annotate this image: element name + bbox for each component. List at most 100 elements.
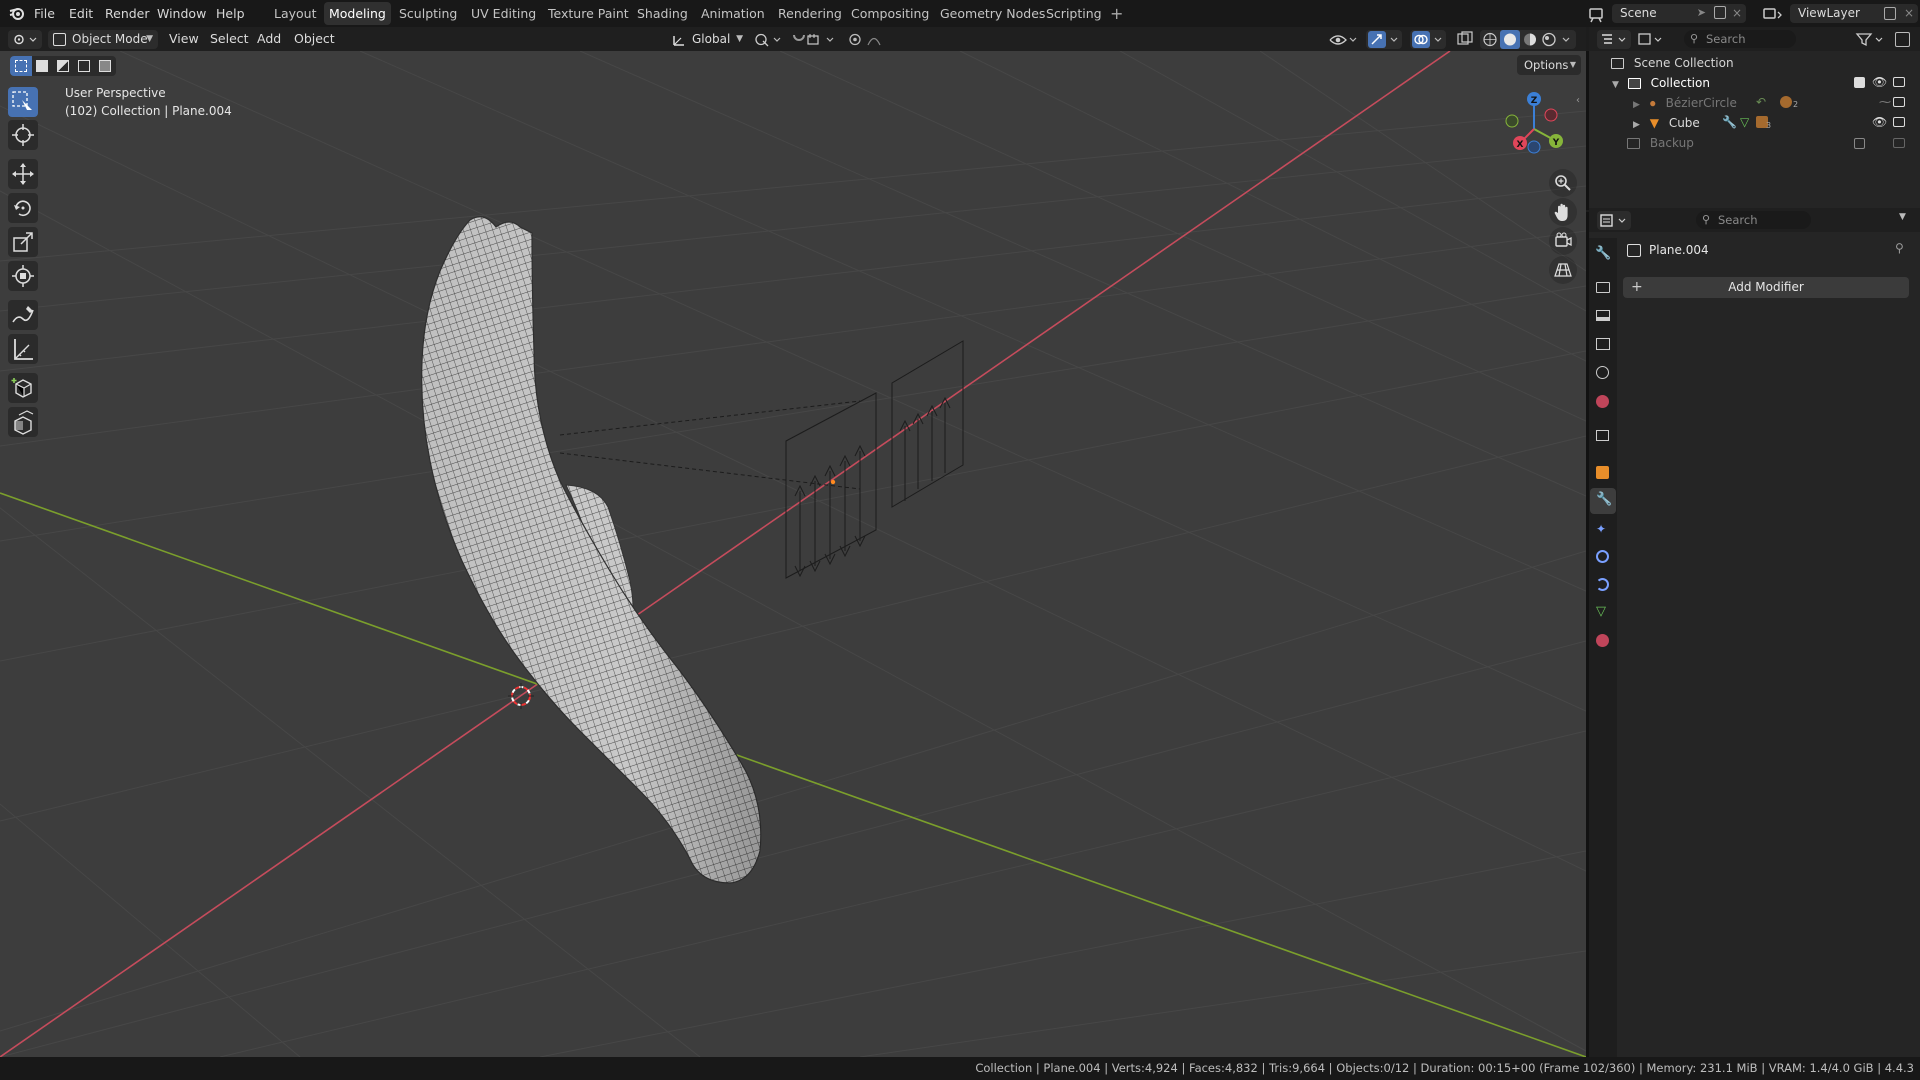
proportional-edit-button[interactable] (846, 30, 896, 49)
display-mode-icon[interactable] (1636, 30, 1666, 49)
tab-view-layer-icon[interactable] (1596, 338, 1610, 350)
tab-object-icon[interactable] (1596, 466, 1609, 479)
xray-toggle-icon[interactable] (1455, 30, 1475, 49)
menu-render[interactable]: Render (105, 0, 150, 27)
scene-collection-row[interactable]: Scene Collection (1611, 53, 1734, 73)
properties-editor-type-icon[interactable] (1597, 211, 1631, 230)
select-subtract-icon[interactable] (53, 56, 74, 76)
scene-icon[interactable] (1588, 0, 1606, 27)
pivot-point-button[interactable] (752, 30, 786, 49)
snap-button[interactable] (790, 30, 840, 49)
tool-measure-icon[interactable] (8, 334, 38, 364)
tool-rotate-icon[interactable] (8, 193, 38, 223)
expand-arrow-icon[interactable]: ▼ (1612, 80, 1619, 90)
add-workspace-icon[interactable]: + (1110, 0, 1123, 27)
menu-help[interactable]: Help (216, 0, 245, 27)
tab-collection-icon[interactable] (1596, 430, 1609, 441)
tool-select-box-icon[interactable] (8, 87, 38, 117)
select-invert-icon[interactable] (74, 56, 95, 76)
expand-arrow-icon[interactable]: ▶ (1633, 100, 1640, 110)
exclude-checkbox[interactable] (1854, 77, 1865, 88)
tab-modeling[interactable]: Modeling (324, 2, 391, 25)
tool-cursor-icon[interactable] (8, 120, 38, 150)
camera-view-icon[interactable] (1549, 227, 1577, 255)
tab-scripting[interactable]: Scripting (1041, 2, 1107, 25)
outliner-search-input[interactable]: Search (1684, 30, 1796, 48)
shading-solid-button[interactable] (1500, 30, 1520, 49)
select-new-icon[interactable] (10, 56, 32, 76)
select-extend-icon[interactable] (32, 56, 53, 76)
delete-view-layer-icon[interactable]: × (1904, 4, 1914, 23)
tab-geometry-nodes[interactable]: Geometry Nodes (935, 2, 1050, 25)
properties-search-input[interactable]: Search (1696, 211, 1811, 229)
new-view-layer-icon[interactable] (1884, 7, 1896, 20)
hidden-eye-icon[interactable]: ⁓ (1879, 95, 1891, 109)
scene-selector[interactable]: Scene ➤ × (1612, 4, 1746, 23)
blender-logo-icon[interactable] (8, 0, 28, 27)
shading-material-button[interactable] (1520, 30, 1540, 49)
shading-wireframe-button[interactable] (1480, 30, 1500, 49)
tab-data-icon[interactable]: ▽ (1596, 604, 1606, 619)
tool-annotate-icon[interactable] (8, 300, 38, 330)
tab-modifiers-icon[interactable]: 🔧 (1590, 488, 1616, 514)
visibility-selectability-button[interactable] (1328, 30, 1360, 49)
view-layer-icon[interactable] (1762, 0, 1784, 27)
menu-select[interactable]: Select (210, 27, 249, 51)
tab-material-icon[interactable] (1596, 634, 1609, 647)
menu-file[interactable]: File (34, 0, 55, 27)
pan-hand-icon[interactable] (1549, 198, 1577, 226)
tool-scale-icon[interactable] (8, 227, 38, 257)
tool-extrude-icon[interactable] (8, 407, 38, 437)
visibility-eye-icon[interactable]: 👁 (1872, 75, 1887, 89)
options-button[interactable]: Options ▼ (1517, 55, 1581, 75)
transform-orientation-selector[interactable]: Global ▼ (669, 30, 745, 49)
tab-rendering[interactable]: Rendering (773, 2, 847, 25)
tab-constraints-icon[interactable] (1596, 578, 1609, 591)
outliner-row-backup[interactable]: Backup (1627, 133, 1694, 153)
render-camera-icon[interactable] (1893, 138, 1905, 148)
tab-physics-icon[interactable] (1596, 550, 1609, 563)
tab-shading[interactable]: Shading (632, 2, 693, 25)
delete-scene-icon[interactable]: × (1732, 4, 1742, 23)
tool-add-cube-icon[interactable] (8, 373, 38, 403)
expand-arrow-icon[interactable]: ▶ (1633, 120, 1640, 130)
outliner-row-collection[interactable]: ▼ Collection (1612, 73, 1912, 93)
chevron-down-icon[interactable]: ▼ (1899, 212, 1906, 222)
filter-icon[interactable] (1854, 30, 1888, 49)
mode-selector[interactable]: Object Mode ▼ (48, 30, 158, 49)
visibility-eye-icon[interactable]: 👁 (1872, 115, 1887, 129)
tab-render-icon[interactable] (1596, 282, 1610, 293)
pin-icon[interactable]: ⚲ (1895, 241, 1904, 255)
menu-window[interactable]: Window (157, 0, 206, 27)
new-collection-icon[interactable] (1895, 32, 1910, 47)
tool-transform-icon[interactable] (8, 261, 38, 291)
view-layer-selector[interactable]: ViewLayer × (1790, 4, 1918, 23)
menu-object[interactable]: Object (294, 27, 335, 51)
new-scene-icon[interactable] (1714, 6, 1726, 19)
add-modifier-button[interactable]: + Add Modifier (1623, 277, 1909, 298)
tab-world-icon[interactable] (1596, 395, 1609, 408)
overlays-toggle-button[interactable] (1410, 30, 1446, 49)
render-camera-icon[interactable] (1893, 117, 1905, 127)
outliner-row-cube[interactable]: ▶ ▼ Cube (1633, 113, 1700, 133)
menu-view[interactable]: View (169, 27, 199, 51)
tab-texture-paint[interactable]: Texture Paint (543, 2, 634, 25)
tool-move-icon[interactable] (8, 159, 38, 189)
exclude-checkbox[interactable] (1854, 138, 1865, 149)
render-camera-icon[interactable] (1893, 97, 1905, 107)
3d-viewport[interactable]: User Perspective (102) Collection | Plan… (0, 51, 1586, 1057)
tab-scene-icon[interactable] (1596, 366, 1609, 379)
tab-output-icon[interactable] (1596, 310, 1610, 321)
tab-layout[interactable]: Layout (269, 2, 322, 25)
pin-icon[interactable]: ➤ (1697, 6, 1706, 19)
tab-sculpting[interactable]: Sculpting (394, 2, 462, 25)
ortho-grid-icon[interactable] (1549, 256, 1577, 284)
zoom-icon[interactable] (1549, 169, 1577, 197)
outliner-row-beziercircle[interactable]: ▶ ⦁ BézierCircle (1633, 93, 1737, 113)
tab-particles-icon[interactable]: ✦ (1596, 522, 1606, 536)
tab-uv-editing[interactable]: UV Editing (466, 2, 541, 25)
shading-rendered-button[interactable] (1540, 30, 1560, 49)
tab-compositing[interactable]: Compositing (846, 2, 934, 25)
navigation-gizmo[interactable]: Z Y X (1492, 87, 1576, 171)
tab-tool-icon[interactable]: 🔧 (1595, 246, 1611, 261)
